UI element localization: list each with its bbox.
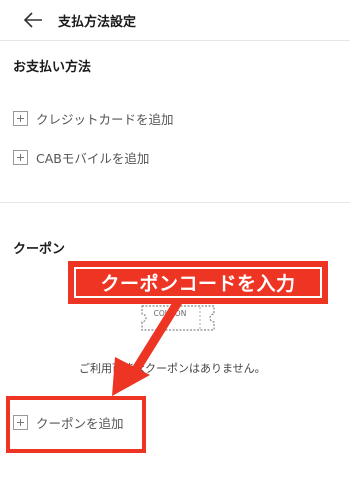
plus-icon [13, 110, 28, 126]
annotation-banner-text: クーポンコードを入力 [74, 267, 322, 298]
plus-icon [13, 149, 28, 165]
add-cab-mobile-label: CABモバイルを追加 [36, 150, 150, 166]
app-header: 支払方法設定 [0, 0, 350, 41]
arrow-left-icon[interactable] [22, 10, 46, 30]
coupon-ticket-icon: COUPON [140, 304, 216, 332]
page-title: 支払方法設定 [58, 15, 137, 30]
annotation-banner: クーポンコードを入力 [68, 261, 328, 304]
add-credit-card-label: クレジットカードを追加 [36, 111, 174, 127]
no-coupon-message: ご利用可能なクーポンはありません。 [79, 362, 266, 375]
coupon-heading: クーポン [13, 242, 66, 257]
annotation-highlight-box [6, 396, 146, 453]
section-divider [0, 202, 350, 203]
payment-method-heading: お支払い方法 [13, 60, 92, 75]
add-cab-mobile-button[interactable]: CABモバイルを追加 [13, 147, 149, 167]
coupon-ticket-text: COUPON [154, 309, 187, 318]
add-credit-card-button[interactable]: クレジットカードを追加 [13, 108, 174, 128]
